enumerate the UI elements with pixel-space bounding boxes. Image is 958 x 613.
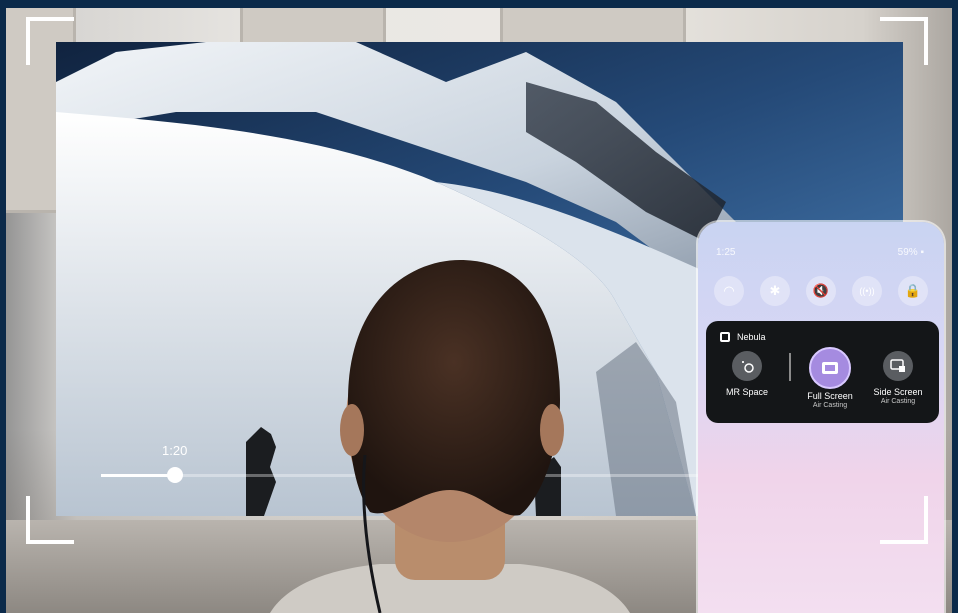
cast-header: Nebula	[720, 332, 766, 342]
side-screen-sublabel: Air Casting	[880, 398, 916, 405]
nebula-logo-icon	[720, 332, 730, 342]
frame-border	[952, 0, 958, 613]
progress-knob[interactable]	[166, 467, 183, 483]
bluetooth-icon[interactable]: ✱	[760, 276, 790, 306]
lock-icon[interactable]: 🔒	[898, 276, 928, 306]
frame-border	[0, 0, 6, 613]
viewfinder-corner	[26, 496, 74, 544]
status-battery: 59% ▪	[897, 247, 924, 258]
quick-settings-row: ◠ ✱ 🔇 ((•)) 🔒	[714, 276, 928, 306]
full-screen-label: Full Screen	[807, 391, 853, 401]
frame-border	[0, 0, 958, 8]
mr-space-button[interactable]: MR Space	[712, 351, 782, 397]
hotspot-icon[interactable]: ((•))	[852, 276, 882, 306]
scene: 1:20 1:25 59% ▪ ◠ ✱ 🔇 ((•)) 🔒 Nebula MR …	[0, 0, 958, 613]
casting-panel: Nebula MR Space Full Screen Air Casting …	[706, 321, 939, 423]
wifi-icon[interactable]: ◠	[714, 276, 744, 306]
full-screen-button[interactable]: Full Screen Air Casting	[795, 347, 865, 409]
divider	[789, 353, 791, 381]
full-screen-sublabel: Air Casting	[812, 402, 848, 409]
side-screen-button[interactable]: Side Screen Air Casting	[863, 351, 933, 405]
mute-icon[interactable]: 🔇	[806, 276, 836, 306]
side-screen-label: Side Screen	[873, 387, 923, 397]
viewfinder-corner	[26, 17, 74, 65]
status-time: 1:25	[716, 247, 736, 258]
mr-space-icon	[732, 351, 762, 381]
cast-app-name: Nebula	[737, 332, 766, 342]
mr-space-label: MR Space	[725, 387, 769, 397]
viewfinder-corner	[880, 17, 928, 65]
viewer-person	[270, 260, 630, 613]
progress-fill	[101, 474, 175, 477]
full-screen-icon	[809, 347, 851, 389]
viewfinder-corner	[880, 496, 928, 544]
side-screen-icon	[883, 351, 913, 381]
playback-time: 1:20	[162, 443, 188, 458]
